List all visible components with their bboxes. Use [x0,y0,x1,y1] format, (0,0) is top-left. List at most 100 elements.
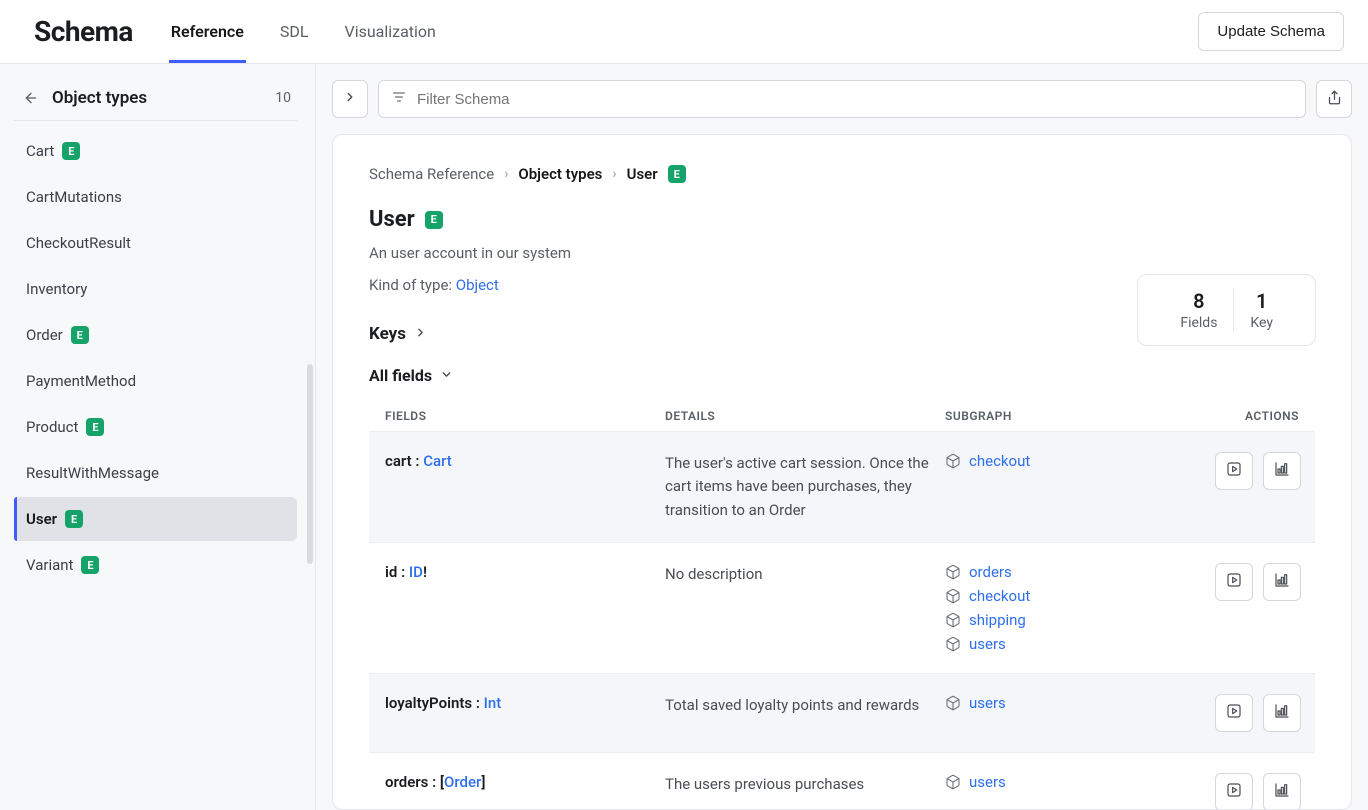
breadcrumb-current: User [627,165,658,183]
sidebar-item-order[interactable]: OrderE [14,313,297,357]
top-tabs: Reference SDL Visualization [171,0,436,63]
sidebar-item-user[interactable]: UserE [14,497,297,541]
sidebar-item-label: Variant [26,556,73,574]
sidebar-item-paymentmethod[interactable]: PaymentMethod [14,359,297,403]
sidebar-list: Cart E CartMutationsCheckoutResult Inventor… [14,129,297,587]
breadcrumb-sep: › [504,166,508,182]
field-type-link[interactable]: Order [444,773,481,791]
sidebar-item-checkoutresult[interactable]: CheckoutResult [14,221,297,265]
play-icon [1226,461,1242,481]
field-row: id : ID!No description orders checkout ship… [369,542,1315,673]
sidebar: Object types 10 Cart E CartMutationsChecko… [0,64,316,810]
subgraph-link-row: shipping [945,611,1215,629]
cube-icon [945,564,961,580]
toolbar [332,80,1352,118]
sidebar-header: Object types 10 [14,78,297,120]
subgraph-link[interactable]: users [969,635,1006,653]
run-query-button[interactable] [1215,773,1253,810]
view-insights-button[interactable] [1263,452,1301,490]
cube-icon [945,612,961,628]
breadcrumb-group[interactable]: Object types [518,165,602,183]
sidebar-scrollbar[interactable] [307,364,313,564]
chart-icon [1274,461,1290,481]
filter-icon [391,89,407,109]
view-insights-button[interactable] [1263,563,1301,601]
field-actions [1215,694,1301,732]
subgraph-link-row: users [945,773,1215,791]
export-button[interactable] [1316,80,1352,118]
tab-reference[interactable]: Reference [171,0,244,63]
filter-schema-input[interactable] [417,91,1293,108]
subgraph-link[interactable]: users [969,694,1006,712]
entity-badge: E [65,510,83,528]
field-name-cell: id : ID! [385,563,665,581]
entity-badge: E [62,142,80,160]
expand-panel-button[interactable] [332,80,368,118]
cube-icon [945,588,961,604]
field-description: The users previous purchases [665,773,945,796]
share-icon [1327,90,1342,109]
all-fields-section-header[interactable]: All fields [369,366,1315,385]
col-fields: FIELDS [385,409,665,423]
field-type-link[interactable]: Cart [423,452,452,470]
breadcrumb-sep: › [612,166,616,182]
chart-icon [1274,782,1290,802]
breadcrumb: Schema Reference › Object types › User E [369,165,1315,183]
view-insights-button[interactable] [1263,694,1301,732]
sidebar-item-variant[interactable]: VariantE [14,543,297,587]
field-row: cart : CartThe user's active cart sessio… [369,431,1315,542]
sidebar-item-label: Cart [26,142,54,160]
page-title: User [369,207,415,232]
fields-table: FIELDS DETAILS SUBGRAPH ACTIONS cart : C… [369,403,1315,810]
stat-fields: 8 Fields [1164,289,1233,331]
run-query-button[interactable] [1215,452,1253,490]
stat-key-label: Key [1250,315,1273,331]
field-subgraphs: users [945,773,1215,791]
view-insights-button[interactable] [1263,773,1301,810]
sidebar-title: Object types [52,88,263,108]
sidebar-item-cartmutations[interactable]: CartMutations [14,175,297,219]
sidebar-item-label: Inventory [26,280,87,298]
filter-schema-input-wrap[interactable] [378,80,1306,118]
subgraph-link-row: users [945,635,1215,653]
back-arrow-icon[interactable] [22,89,40,107]
sidebar-item-cart[interactable]: Cart E [14,129,297,173]
entity-badge: E [71,326,89,344]
chevron-right-icon [414,324,427,344]
entity-badge: E [425,211,443,229]
sidebar-item-resultwithmessage[interactable]: ResultWithMessage [14,451,297,495]
field-name-cell: orders : [Order] [385,773,665,791]
kind-value-link[interactable]: Object [456,276,499,294]
subgraph-link-row: orders [945,563,1215,581]
subgraph-link[interactable]: orders [969,563,1012,581]
field-description: No description [665,563,945,586]
stat-key: 1 Key [1233,289,1289,331]
sidebar-item-inventory[interactable]: Inventory [14,267,297,311]
run-query-button[interactable] [1215,563,1253,601]
subgraph-link[interactable]: checkout [969,452,1030,470]
entity-badge: E [668,165,686,183]
play-icon [1226,703,1242,723]
field-name-cell: cart : Cart [385,452,665,470]
brand-title: Schema [34,15,133,48]
subgraph-link[interactable]: checkout [969,587,1030,605]
field-subgraphs: checkout [945,452,1215,470]
field-type-link[interactable]: ID [409,563,423,581]
sidebar-item-product[interactable]: ProductE [14,405,297,449]
content-panel: Schema Reference › Object types › User E… [332,134,1352,810]
field-type-link[interactable]: Int [484,694,502,712]
stat-key-number: 1 [1250,289,1273,313]
run-query-button[interactable] [1215,694,1253,732]
all-fields-label: All fields [369,366,432,385]
col-actions: ACTIONS [1215,409,1299,423]
tab-visualization[interactable]: Visualization [345,0,436,63]
sidebar-count: 10 [275,90,291,106]
top-bar: Schema Reference SDL Visualization Updat… [0,0,1368,64]
update-schema-button[interactable]: Update Schema [1198,12,1344,51]
tab-sdl[interactable]: SDL [280,0,309,63]
play-icon [1226,782,1242,802]
subgraph-link[interactable]: users [969,773,1006,791]
breadcrumb-root[interactable]: Schema Reference [369,165,494,183]
subgraph-link[interactable]: shipping [969,611,1026,629]
field-subgraphs: orders checkout shipping users [945,563,1215,653]
